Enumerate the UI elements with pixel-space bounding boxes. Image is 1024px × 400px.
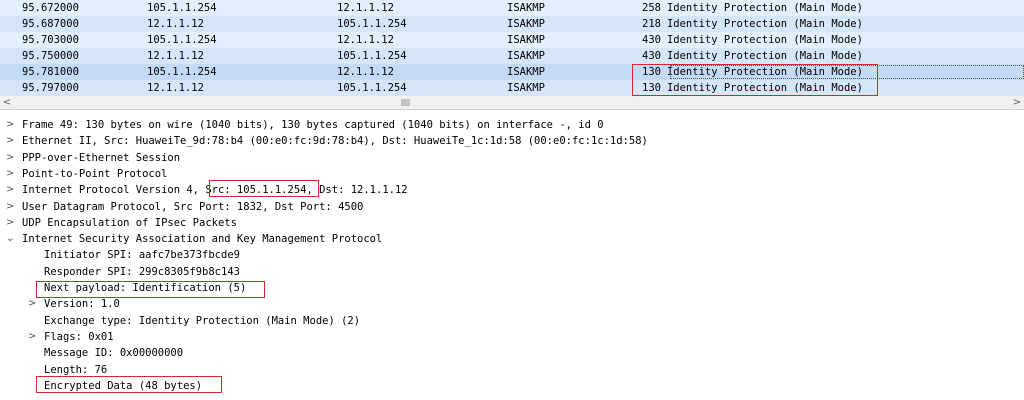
- packet-info-text: Identity Protection (Main Mode): [666, 50, 863, 62]
- packet-detail-tree: > Frame 49: 130 bytes on wire (1040 bits)…: [0, 112, 1024, 400]
- chevron-right-icon[interactable]: >: [6, 117, 14, 133]
- packet-source: 12.1.1.12: [147, 50, 204, 62]
- packet-length: 258: [642, 2, 661, 14]
- tree-node-label: Flags: 0x01: [44, 330, 114, 343]
- packet-row[interactable]: 95.703000 105.1.1.254 12.1.1.12 ISAKMP 430 Id…: [0, 32, 1024, 48]
- chevron-down-icon[interactable]: ⌄: [6, 231, 14, 247]
- packet-info-text: Identity Protection (Main Mode): [666, 34, 863, 46]
- packet-info-text: Identity Protection (Main Mode): [666, 66, 863, 78]
- packet-source: 12.1.1.12: [147, 82, 204, 94]
- packet-info: 218 Identity Protection (Main Mode): [642, 16, 863, 32]
- packet-source: 12.1.1.12: [147, 18, 204, 30]
- packet-destination: 12.1.1.12: [337, 66, 394, 78]
- packet-time: 95.750000: [22, 50, 79, 62]
- packet-info: 258 Identity Protection (Main Mode): [642, 0, 863, 16]
- packet-length: 430: [642, 50, 661, 62]
- tree-node-label: Message ID: 0x00000000: [44, 347, 184, 360]
- packet-destination: 12.1.1.12: [337, 2, 394, 14]
- packet-source: 105.1.1.254: [147, 66, 217, 78]
- chevron-right-icon[interactable]: >: [6, 133, 14, 149]
- packet-row[interactable]: 95.750000 12.1.1.12 105.1.1.254 ISAKMP 430 Id…: [0, 48, 1024, 64]
- packet-source: 105.1.1.254: [147, 2, 217, 14]
- packet-protocol: ISAKMP: [507, 2, 545, 14]
- scroll-right-icon[interactable]: >: [1010, 96, 1024, 110]
- packet-destination: 105.1.1.254: [337, 82, 407, 94]
- packet-info: 430 Identity Protection (Main Mode): [642, 32, 863, 48]
- tree-node-label: Next payload: Identification (5): [44, 282, 247, 294]
- chevron-right-icon[interactable]: >: [6, 166, 14, 182]
- tree-node-label: Frame 49: 130 bytes on wire (1040 bits),…: [22, 119, 604, 131]
- tree-node-label: Initiator SPI: aafc7be373fbcde9: [44, 249, 240, 262]
- packet-info-text: Identity Protection (Main Mode): [666, 2, 863, 14]
- packet-info-text: Identity Protection (Main Mode): [666, 82, 863, 94]
- tree-node-label: Encrypted Data (48 bytes): [44, 379, 203, 392]
- chevron-right-icon[interactable]: >: [6, 182, 14, 198]
- horizontal-scrollbar[interactable]: < >: [0, 96, 1024, 110]
- scroll-thumb[interactable]: [401, 99, 410, 106]
- packet-info: 130 Identity Protection (Main Mode): [642, 64, 863, 80]
- tree-node-label: Length: 76: [44, 363, 108, 376]
- packet-time: 95.703000: [22, 34, 79, 46]
- packet-length: 430: [642, 34, 661, 46]
- tree-node-label: Ethernet II, Src: HuaweiTe_9d:78:b4 (00:…: [22, 135, 648, 148]
- packet-destination: 12.1.1.12: [337, 34, 394, 46]
- packet-row[interactable]: 95.672000 105.1.1.254 12.1.1.12 ISAKMP 258 Id…: [0, 0, 1024, 16]
- tree-node-label: Exchange type: Identity Protection (Main…: [44, 314, 361, 327]
- tree-node-label: Responder SPI: 299c8305f9b8c143: [44, 265, 240, 278]
- tree-node-label: Internet Protocol Version 4, Src: 105.1.…: [22, 184, 408, 197]
- tree-node-label: UDP Encapsulation of IPsec Packets: [22, 216, 237, 229]
- packet-info: 130 Identity Protection (Main Mode): [642, 80, 863, 96]
- chevron-right-icon[interactable]: >: [28, 329, 36, 345]
- packet-protocol: ISAKMP: [507, 82, 545, 94]
- tree-node-label: PPP-over-Ethernet Session: [22, 151, 181, 164]
- scroll-left-icon[interactable]: <: [0, 96, 14, 110]
- tree-node-label: User Datagram Protocol, Src Port: 1832, …: [22, 200, 364, 213]
- packet-protocol: ISAKMP: [507, 66, 545, 78]
- packet-protocol: ISAKMP: [507, 34, 545, 46]
- packet-time: 95.781000: [22, 66, 79, 78]
- packet-time: 95.687000: [22, 18, 79, 30]
- packet-row[interactable]: 95.797000 12.1.1.12 105.1.1.254 ISAKMP 130 Id…: [0, 80, 1024, 96]
- packet-time: 95.797000: [22, 82, 79, 94]
- packet-info-text: Identity Protection (Main Mode): [666, 18, 863, 30]
- packet-time: 95.672000: [22, 2, 79, 14]
- packet-destination: 105.1.1.254: [337, 50, 407, 62]
- packet-destination: 105.1.1.254: [337, 18, 407, 30]
- packet-source: 105.1.1.254: [147, 34, 217, 46]
- tree-node-label: Internet Security Association and Key Ma…: [22, 233, 383, 246]
- packet-length: 218: [642, 18, 661, 30]
- packet-list: 95.672000 105.1.1.254 12.1.1.12 ISAKMP 258 Id…: [0, 0, 1024, 96]
- chevron-right-icon[interactable]: >: [6, 215, 14, 231]
- packet-protocol: ISAKMP: [507, 50, 545, 62]
- packet-row[interactable]: 95.781000 105.1.1.254 12.1.1.12 ISAKMP 130 Id…: [0, 64, 1024, 80]
- chevron-right-icon[interactable]: >: [28, 296, 36, 312]
- chevron-right-icon[interactable]: >: [6, 150, 14, 166]
- packet-length: 130: [642, 66, 661, 78]
- packet-row[interactable]: 95.687000 12.1.1.12 105.1.1.254 ISAKMP 218 Id…: [0, 16, 1024, 32]
- chevron-right-icon[interactable]: >: [6, 199, 14, 215]
- tree-node-label: Point-to-Point Protocol: [22, 167, 168, 180]
- packet-length: 130: [642, 82, 661, 94]
- packet-info: 430 Identity Protection (Main Mode): [642, 48, 863, 64]
- tree-node-label: Version: 1.0: [44, 298, 120, 311]
- packet-protocol: ISAKMP: [507, 18, 545, 30]
